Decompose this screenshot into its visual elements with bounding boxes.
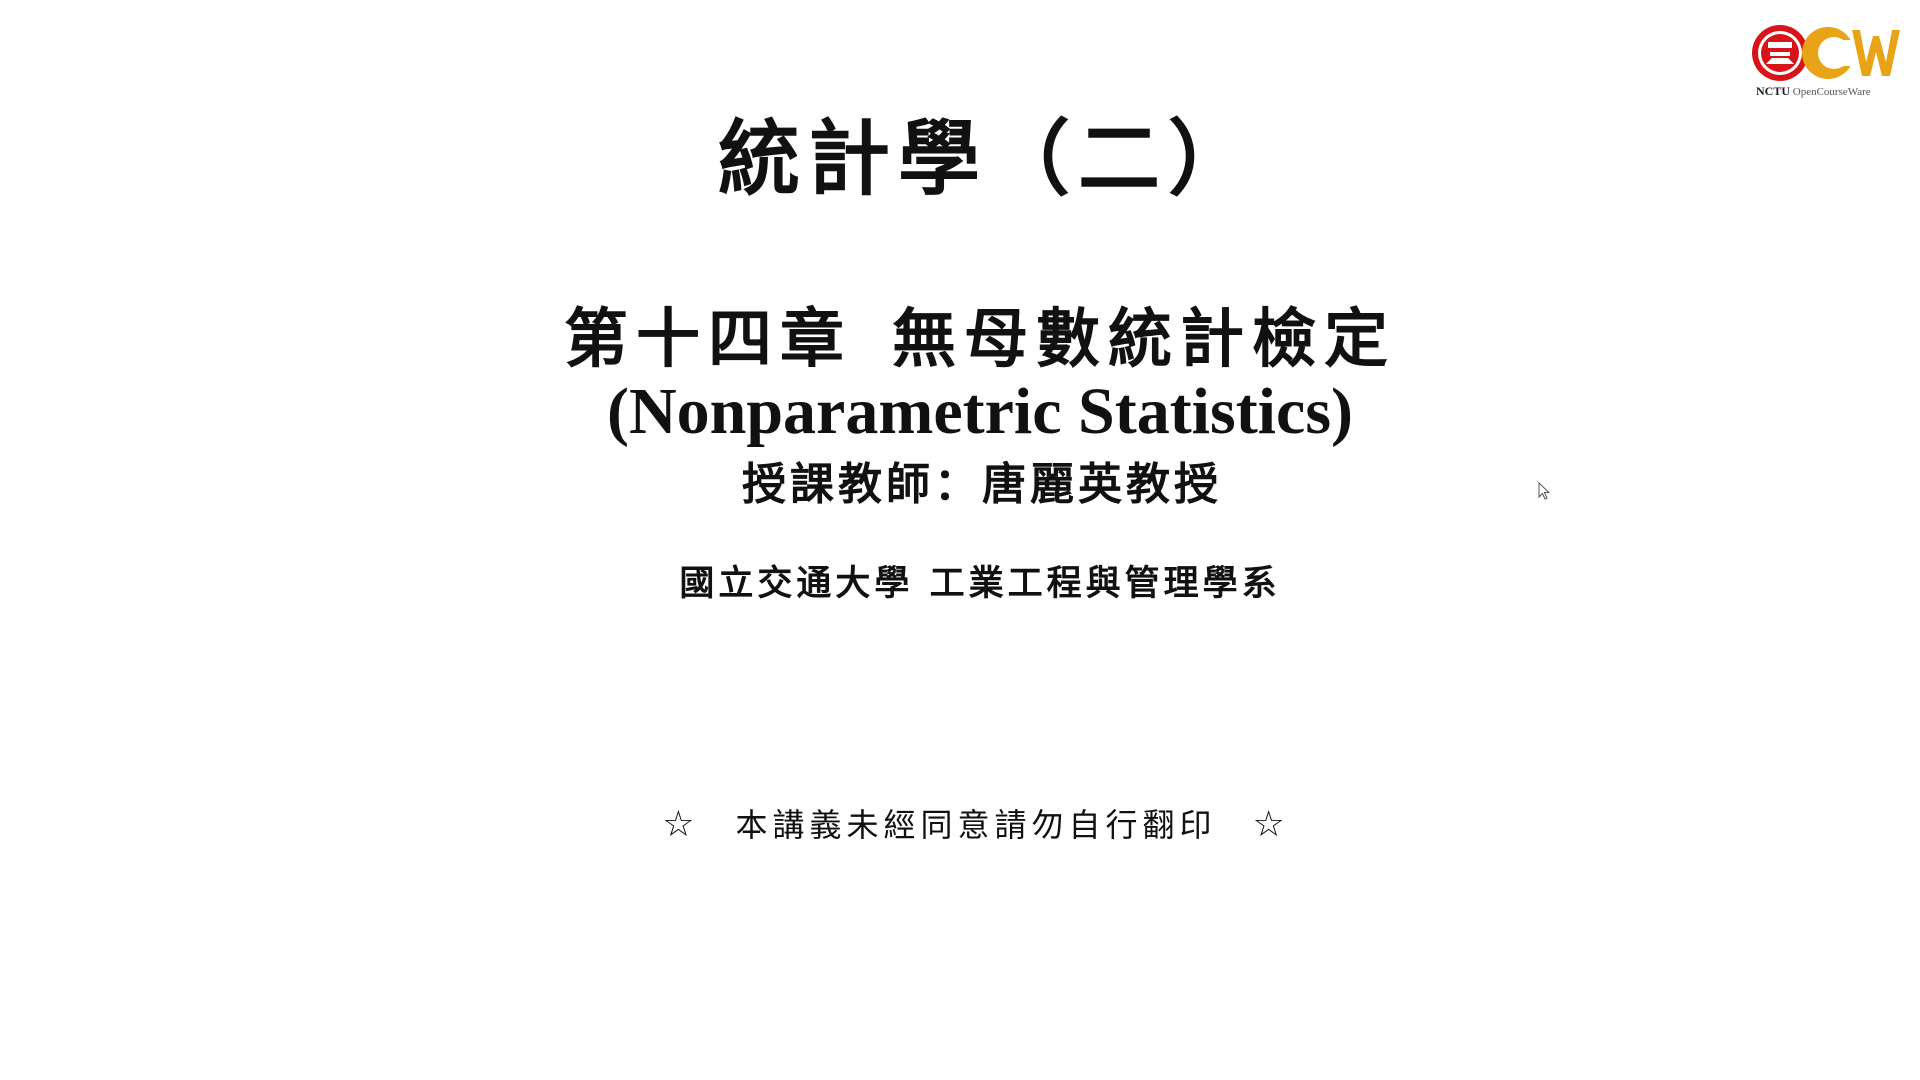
chapter-title: 第十四章 無母數統計檢定 [20,288,1920,380]
mouse-pointer-icon [1538,481,1551,500]
star-left-icon: ☆ [662,804,700,845]
notice-text: 本講義未經同意請勿自行翻印 [735,806,1217,844]
department: 國立交通大學 工業工程與管理學系 [679,563,1281,604]
chapter-name: 無母數統計檢定 [892,302,1396,377]
slide: NCTU OpenCourseWare 統計學（二） 第十四章 無母數統計檢定 (… [0,0,1920,1080]
chapter-number: 第十四章 [564,302,852,377]
course-title: 統計學（二） [717,111,1258,207]
instructor: 授課教師：唐麗英教授 [742,459,1222,510]
star-right-icon: ☆ [1252,804,1290,845]
ocw-logo-icon [1752,25,1900,81]
english-title: (Nonparametric Statistics) [607,375,1353,448]
copyright-notice: ☆ 本講義未經同意請勿自行翻印 ☆ [16,800,1920,846]
